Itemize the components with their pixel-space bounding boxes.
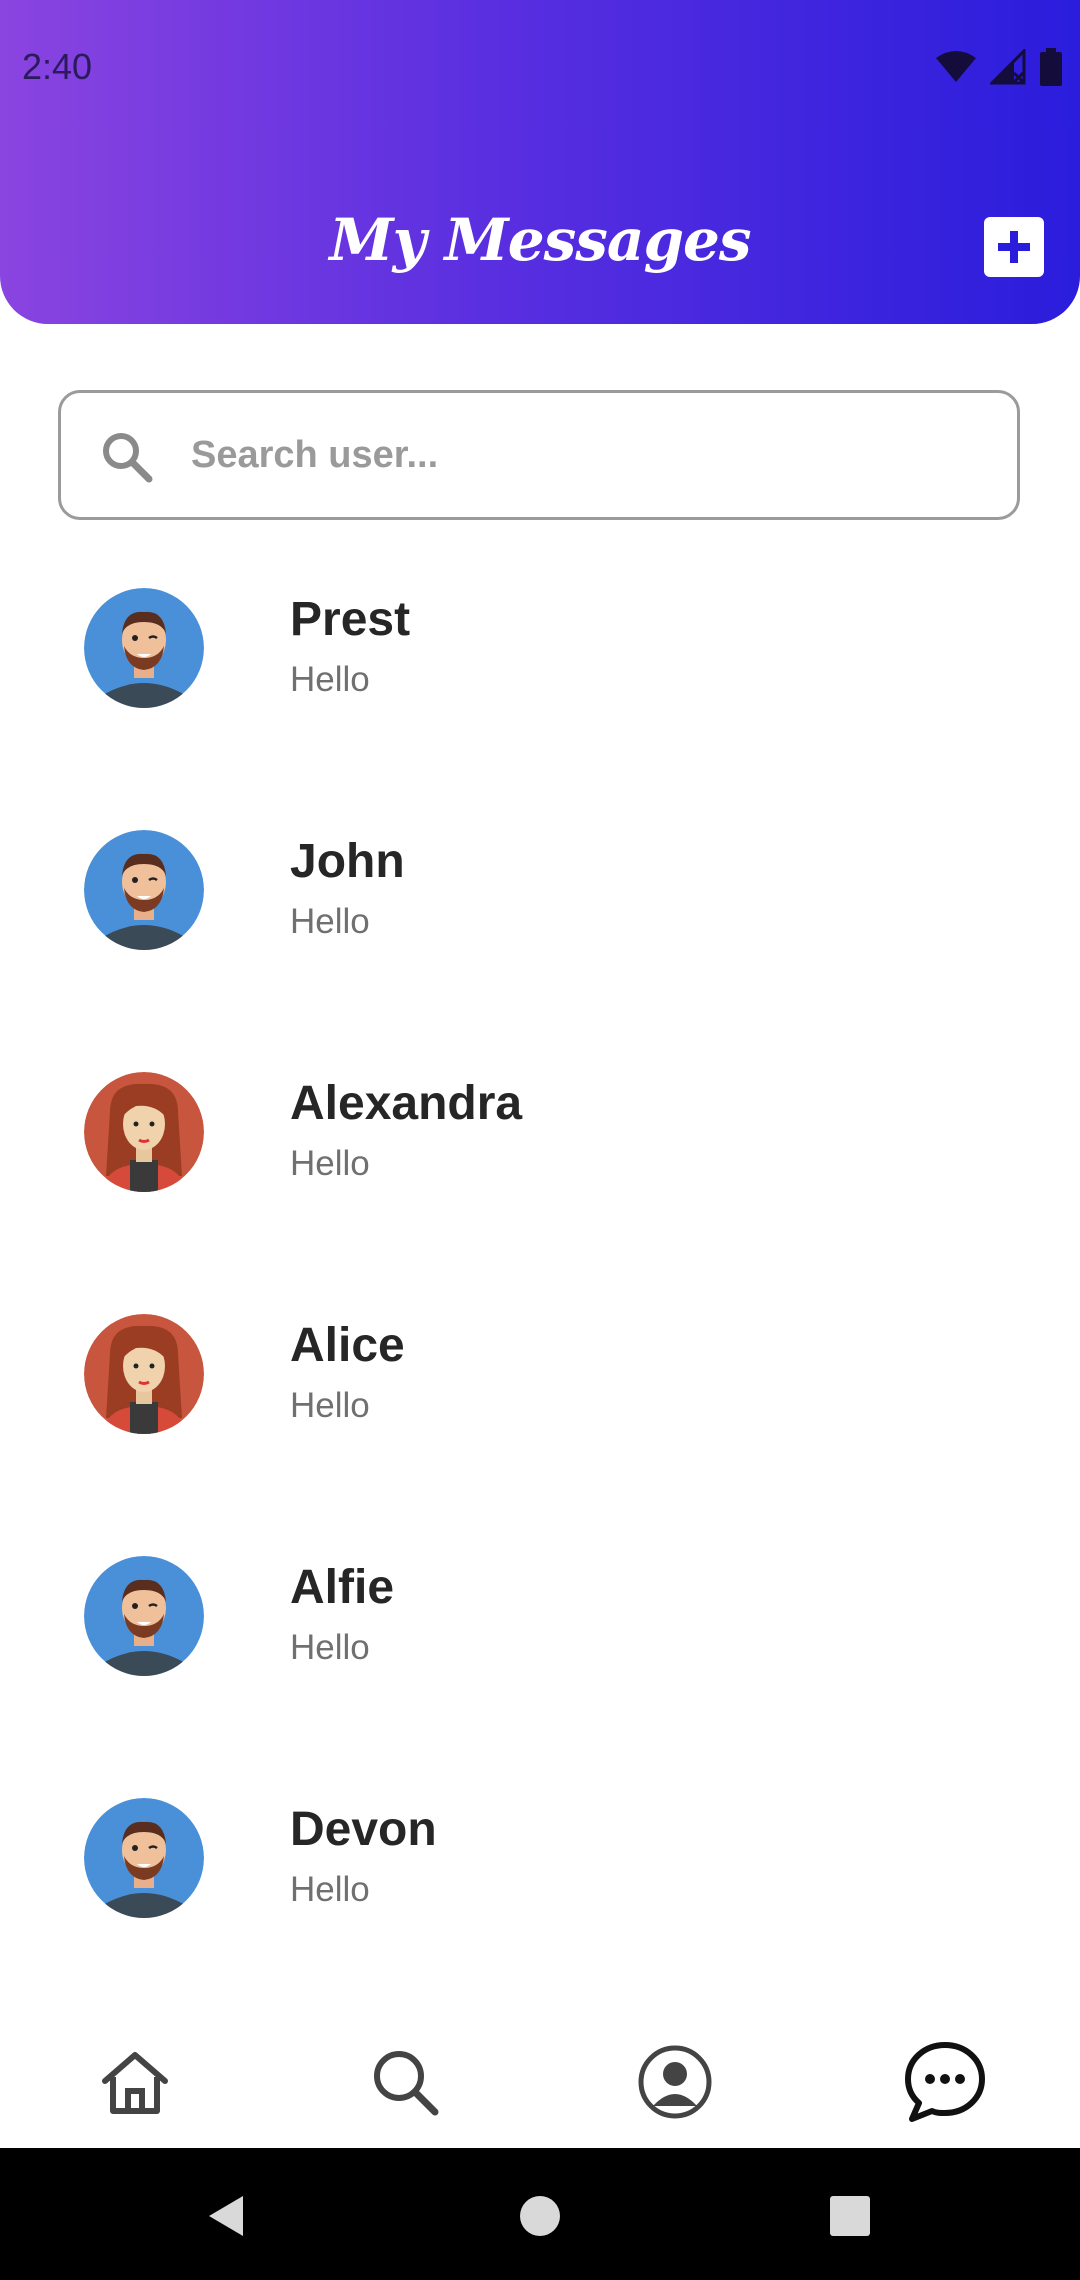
profile-icon — [638, 2045, 712, 2119]
male-avatar — [84, 1798, 204, 1918]
contact-item[interactable]: Alexandra Hello — [0, 1044, 1080, 1244]
home-circle-icon — [520, 2196, 560, 2236]
chat-icon — [905, 2042, 985, 2122]
nav-profile[interactable] — [625, 2032, 725, 2132]
battery-icon — [1040, 48, 1062, 86]
contact-item[interactable]: Alfie Hello — [0, 1528, 1080, 1728]
home-icon — [102, 2052, 168, 2114]
bottom-nav — [0, 2010, 1080, 2138]
back-button[interactable] — [195, 2186, 255, 2246]
nav-messages[interactable] — [895, 2032, 995, 2132]
contact-name: Alexandra — [290, 1077, 523, 1130]
recents-icon — [830, 2196, 870, 2236]
search-icon — [103, 433, 153, 483]
search-icon — [374, 2051, 439, 2116]
contact-name: Prest — [290, 593, 411, 646]
nav-home[interactable] — [85, 2032, 185, 2132]
plus-icon — [998, 231, 1030, 263]
contact-message: Hello — [290, 1144, 370, 1183]
wifi-icon — [936, 51, 976, 82]
contact-message: Hello — [290, 1628, 370, 1667]
home-button[interactable] — [510, 2186, 570, 2246]
contact-name: Alfie — [290, 1561, 395, 1614]
search-input[interactable] — [191, 423, 971, 487]
male-avatar — [84, 830, 204, 950]
add-button[interactable] — [984, 217, 1044, 277]
male-avatar — [84, 588, 204, 708]
female-avatar — [84, 1314, 204, 1434]
contact-name: Devon — [290, 1803, 437, 1856]
contact-item[interactable]: John Hello — [0, 802, 1080, 1002]
contact-name: John — [290, 835, 405, 888]
contact-message: Hello — [290, 1870, 370, 1909]
status-icons — [936, 48, 1062, 86]
contact-item[interactable]: Prest Hello — [0, 560, 1080, 760]
contact-item[interactable]: Alice Hello — [0, 1286, 1080, 1486]
nav-search[interactable] — [355, 2032, 455, 2132]
contact-message: Hello — [290, 902, 370, 941]
contact-name: Alice — [290, 1319, 405, 1372]
search-box[interactable] — [58, 390, 1020, 520]
contact-message: Hello — [290, 1386, 370, 1425]
back-icon — [209, 2196, 243, 2236]
page-title: My Messages — [329, 206, 751, 274]
system-nav-bar — [0, 2148, 1080, 2280]
male-avatar — [84, 1556, 204, 1676]
status-time: 2:40 — [22, 46, 93, 87]
app-header: 2:40 My Messages — [0, 0, 1080, 324]
female-avatar — [84, 1072, 204, 1192]
contact-message: Hello — [290, 660, 370, 699]
signal-icon — [990, 49, 1026, 85]
contact-item[interactable]: Devon Hello — [0, 1770, 1080, 1970]
recents-button[interactable] — [820, 2186, 880, 2246]
